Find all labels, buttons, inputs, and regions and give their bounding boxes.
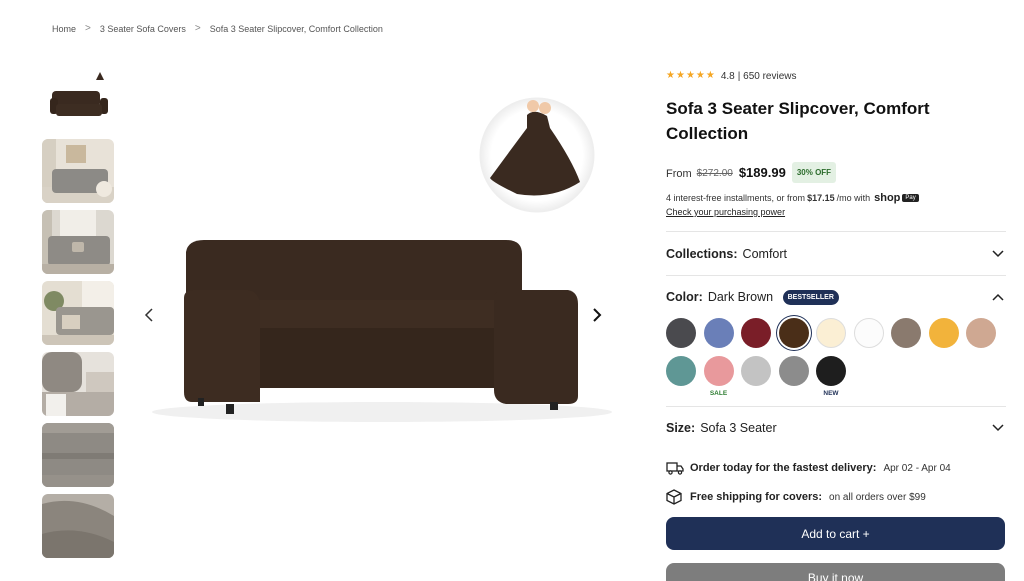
buy-now-button[interactable]: Buy it now — [666, 563, 1005, 581]
color-swatch-teal[interactable] — [666, 356, 696, 386]
swatch-cream — [816, 318, 846, 348]
thumbnail-living-room[interactable] — [42, 139, 114, 203]
color-label: Color: Dark Brown BESTSELLER — [666, 290, 839, 306]
breadcrumb-separator-icon: > — [194, 23, 201, 34]
color-value: Dark Brown — [707, 290, 774, 304]
color-swatch-taupe[interactable] — [891, 318, 921, 348]
free-shipping-value: on all orders over $99 — [829, 491, 926, 503]
chevron-up-icon — [992, 293, 1004, 301]
swatch-dark-brown — [778, 318, 809, 348]
swatch-beige — [966, 318, 996, 348]
swatch-grey — [778, 356, 809, 398]
install-amount: $17.15 — [807, 193, 835, 203]
thumbnail-plant-room[interactable] — [42, 281, 114, 345]
size-title: Size: — [666, 420, 696, 435]
price-row: From $272.00 $189.99 30% OFF — [666, 160, 1006, 184]
star-icon: ★ — [675, 70, 685, 81]
star-icon: ★ — [666, 70, 675, 81]
chevron-down-icon — [992, 423, 1004, 431]
shop-pay-logo: shop — [874, 192, 901, 204]
from-label: From — [666, 167, 692, 180]
color-swatch-cream[interactable] — [816, 318, 846, 348]
add-to-cart-button[interactable]: Add to cart + — [666, 517, 1005, 550]
collections-accordion[interactable]: Collections: Comfort — [666, 231, 1006, 275]
color-accordion[interactable]: Color: Dark Brown BESTSELLER — [666, 275, 1006, 318]
chevron-down-icon — [992, 249, 1004, 257]
thumbnail-closeup-cushion[interactable] — [42, 352, 114, 416]
main-product-image — [132, 90, 612, 450]
color-swatch-pink[interactable] — [703, 356, 734, 386]
free-shipping-label: Free shipping for covers: — [690, 491, 823, 503]
breadcrumb-category[interactable]: 3 Seater Sofa Covers — [100, 24, 186, 34]
swatch-pink: SALE — [703, 356, 734, 398]
swatch-teal — [666, 356, 696, 398]
installment-info: 4 interest-free installments, or from $1… — [666, 192, 1006, 204]
breadcrumb-home[interactable]: Home — [52, 24, 76, 34]
size-accordion[interactable]: Size: Sofa 3 Seater — [666, 406, 1006, 448]
thumbnail-list — [42, 68, 114, 565]
breadcrumb-current: Sofa 3 Seater Slipcover, Comfort Collect… — [209, 23, 383, 34]
swatch-taupe — [891, 318, 921, 348]
swatch-charcoal — [666, 318, 696, 348]
breadcrumb: Home > 3 Seater Sofa Covers > Sofa 3 Sea… — [52, 23, 383, 34]
rating-value: 4.8 — [720, 70, 735, 82]
swatch-blue — [703, 318, 734, 348]
color-swatch-beige[interactable] — [966, 318, 996, 348]
thumbnail-product[interactable] — [42, 68, 114, 132]
thumbnail-fabric-detail[interactable] — [42, 494, 114, 558]
old-price: $272.00 — [696, 168, 733, 179]
thumbnail-fabric-texture[interactable] — [42, 423, 114, 487]
color-swatch-black[interactable] — [816, 356, 846, 386]
collections-title: Collections: — [666, 246, 738, 261]
bestseller-badge: BESTSELLER — [782, 290, 839, 306]
star-icon: ★ — [695, 70, 705, 81]
color-swatch-grey[interactable] — [778, 356, 809, 386]
shipping-row: Free shipping for covers: on all orders … — [666, 487, 1006, 507]
fast-delivery-label: Order today for the fastest delivery: — [690, 462, 877, 474]
collections-label: Collections: Comfort — [666, 247, 787, 261]
thumbnail-window-room[interactable] — [42, 210, 114, 274]
chevron-left-icon[interactable] — [137, 303, 161, 327]
shop-pay-badge: Pay — [902, 194, 919, 202]
color-swatch-white[interactable] — [853, 318, 884, 348]
discount-badge: 30% OFF — [791, 161, 837, 183]
swatch-tag: NEW — [823, 390, 839, 397]
color-title: Color: — [666, 290, 703, 304]
review-count: | 650 reviews — [737, 70, 797, 82]
color-swatch-blue[interactable] — [703, 318, 734, 348]
chevron-right-icon[interactable] — [585, 303, 609, 327]
stars: ★ ★ ★ ★ ★ — [666, 71, 716, 81]
star-icon: ★ — [705, 70, 715, 81]
current-price: $189.99 — [738, 164, 786, 180]
color-swatch-burgundy[interactable] — [741, 318, 771, 348]
check-purchasing-power-link[interactable]: Check your purchasing power — [666, 207, 1006, 217]
color-swatch-mustard[interactable] — [928, 318, 959, 348]
size-value: Sofa 3 Seater — [700, 420, 777, 435]
swatch-burgundy — [741, 318, 771, 348]
truck-icon — [666, 461, 684, 475]
swatch-tag: SALE — [709, 390, 728, 397]
color-swatch-light-grey[interactable] — [741, 356, 771, 386]
install-suffix: /mo with — [836, 193, 871, 203]
delivery-row: Order today for the fastest delivery: Ap… — [666, 458, 1006, 478]
collections-value: Comfort — [742, 246, 787, 261]
color-swatch-charcoal[interactable] — [666, 318, 696, 348]
box-icon — [666, 489, 684, 505]
breadcrumb-separator-icon: > — [85, 23, 91, 34]
color-swatch-dark-brown[interactable] — [778, 318, 809, 348]
swatch-light-grey — [741, 356, 771, 398]
color-swatches: SALE NEW — [666, 318, 1006, 398]
product-title: Sofa 3 Seater Slipcover, Comfort Collect… — [666, 99, 930, 143]
swatch-mustard — [928, 318, 959, 348]
fast-delivery-date: Apr 02 - Apr 04 — [883, 462, 951, 474]
rating[interactable]: ★ ★ ★ ★ ★ 4.8 | 650 reviews — [666, 68, 1006, 84]
install-prefix: 4 interest-free installments, or from — [666, 193, 806, 203]
star-icon: ★ — [685, 70, 695, 81]
swatch-white — [853, 318, 884, 348]
size-label: Size: Sofa 3 Seater — [666, 421, 777, 435]
swatch-black: NEW — [816, 356, 846, 398]
product-info: ★ ★ ★ ★ ★ 4.8 | 650 reviews Sofa 3 Seate… — [666, 68, 1006, 581]
